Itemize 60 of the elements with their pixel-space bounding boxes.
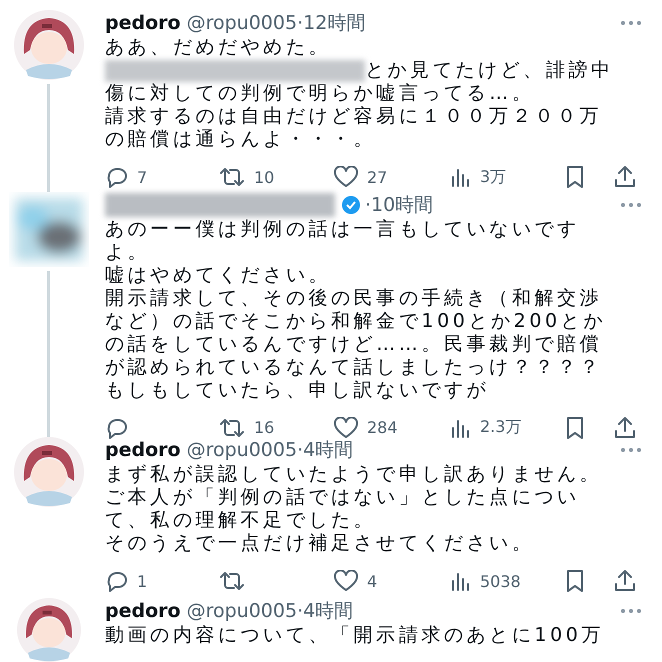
reply-icon[interactable]	[105, 570, 129, 592]
reply-icon[interactable]	[105, 416, 129, 439]
more-icon[interactable]	[619, 20, 643, 26]
reply-icon[interactable]	[105, 166, 129, 188]
post-text: の話をしているんですけど……。民事裁判で賠償	[105, 332, 602, 356]
post-text: とか見てたけど、誹謗中	[365, 59, 614, 82]
repost-icon[interactable]	[218, 416, 246, 439]
post-text: て、私の理解不足でした。	[105, 509, 376, 532]
heart-icon[interactable]	[333, 416, 359, 439]
more-icon[interactable]	[619, 202, 643, 208]
post-time[interactable]: ·4時間	[297, 437, 354, 464]
bookmark-icon[interactable]	[565, 416, 585, 440]
more-icon[interactable]	[619, 608, 643, 614]
views-chart-icon[interactable]	[450, 571, 472, 592]
post-text: 請求するのは自由だけど容易に１００万２００万	[105, 105, 602, 128]
like-count: 27	[367, 168, 388, 186]
post-text: 嘘はやめてください。	[105, 264, 331, 287]
views-chart-icon[interactable]	[450, 167, 472, 187]
user-name[interactable]: pedoro	[105, 12, 181, 34]
bookmark-icon[interactable]	[565, 569, 585, 594]
share-icon[interactable]	[613, 416, 637, 440]
more-icon[interactable]	[619, 447, 643, 454]
post-time[interactable]: ·12時間	[297, 10, 366, 36]
user-handle[interactable]: @ropu0005	[186, 439, 298, 462]
post-time[interactable]: ·4時間	[297, 598, 354, 624]
reply-count: 1	[137, 572, 148, 591]
like-count: 284	[367, 418, 398, 438]
user-handle[interactable]: @ropu0005	[186, 12, 298, 34]
share-icon[interactable]	[613, 165, 637, 189]
post-text: ご本人が「判例の話ではない」とした点につい	[105, 486, 580, 510]
view-count: 5038	[480, 572, 521, 591]
like-count: 4	[367, 572, 378, 591]
repost-count: 16	[254, 418, 274, 438]
heart-icon[interactable]	[333, 166, 359, 188]
post-text: が認められているなんて話しましたっけ？？？？	[105, 356, 602, 379]
post-text: そのうえで一点だけ補足させてください。	[105, 532, 534, 556]
post-text: 傷に対しての判例で明らか嘘言ってる…。	[105, 82, 534, 105]
post-text: の賠償は通らんよ・・・。	[105, 128, 376, 151]
post-text: 開示請求して、その後の民事の手続き（和解交渉	[105, 286, 602, 310]
post-text: など）の話でそこから和解金で100とか200とか	[105, 310, 606, 333]
heart-icon[interactable]	[333, 570, 359, 592]
post-text: もしもしていたら、申し訳ないですが	[105, 378, 490, 402]
post-text: 動画の内容について、「開示請求のあとに100万	[105, 624, 604, 647]
view-count: 3万	[480, 166, 506, 188]
user-handle[interactable]: @ropu0005	[186, 600, 298, 622]
views-chart-icon[interactable]	[450, 418, 472, 438]
post-text: ああ、だめだやめた。	[105, 36, 331, 59]
user-name[interactable]: pedoro	[105, 600, 181, 622]
bookmark-icon[interactable]	[565, 165, 585, 189]
reply-count: 7	[137, 168, 148, 186]
post-text: まず私が誤認していたようで申し訳ありません。	[105, 463, 602, 486]
repost-icon[interactable]	[218, 166, 246, 188]
repost-icon[interactable]	[218, 570, 246, 592]
post-time[interactable]: ·10時間	[365, 192, 434, 218]
repost-count: 10	[254, 168, 274, 186]
view-count: 2.3万	[480, 417, 522, 438]
post-text: あのーー僕は判例の話は一言もしていないです	[105, 218, 580, 241]
post-text: よ。	[105, 240, 150, 264]
share-icon[interactable]	[613, 569, 637, 594]
user-name[interactable]: pedoro	[105, 439, 181, 462]
